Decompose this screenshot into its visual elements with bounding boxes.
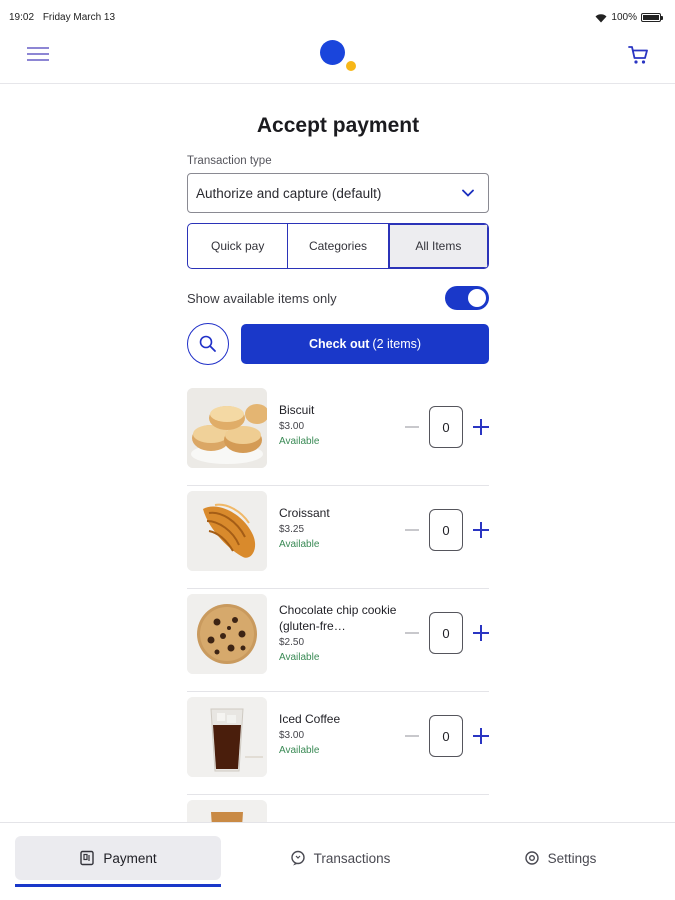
quantity-stepper: 0 — [405, 715, 489, 757]
nav-payment[interactable]: Payment — [15, 836, 221, 880]
toggle-knob — [468, 289, 486, 307]
item-info: Iced Coffee $3.00 Available — [279, 697, 397, 756]
battery-icon — [641, 13, 663, 22]
cookie-image — [187, 594, 267, 674]
transaction-type-value: Authorize and capture (default) — [196, 185, 382, 201]
status-date: Friday March 13 — [42, 12, 116, 23]
action-row: Check out (2 items) — [187, 323, 489, 365]
item-availability: Available — [279, 652, 320, 663]
quantity-field[interactable]: 0 — [429, 715, 463, 757]
item-price: $3.00 — [279, 730, 305, 741]
checkout-count: (2 items) — [372, 337, 422, 351]
app-bar — [0, 34, 675, 84]
list-item[interactable]: Chocolate chip cookie (gluten-fre… $2.50… — [187, 589, 489, 692]
transaction-type-select[interactable]: Authorize and capture (default) — [187, 173, 489, 213]
transaction-type-label: Transaction type — [187, 155, 272, 167]
available-filter-row: Show available items only — [187, 285, 489, 311]
quantity-field[interactable]: 0 — [429, 509, 463, 551]
battery-percentage: 100% — [611, 12, 637, 23]
item-info: Chocolate chip cookie (gluten-fre… $2.50… — [279, 594, 397, 663]
iced-coffee-image — [187, 697, 267, 777]
decrease-quantity-button[interactable] — [405, 735, 419, 737]
list-item[interactable]: Biscuit $3.00 Available 0 — [187, 383, 489, 486]
status-bar: 19:02 Friday March 13 100% — [0, 0, 675, 34]
croissant-image — [187, 491, 267, 571]
biscuit-image — [187, 388, 267, 468]
decrease-quantity-button[interactable] — [405, 632, 419, 634]
item-info: Biscuit $3.00 Available — [279, 388, 397, 447]
checkout-label: Check out — [308, 337, 370, 351]
page-title: Accept payment — [256, 114, 420, 137]
status-time-date: 19:02 Friday March 13 — [9, 12, 115, 23]
item-price: $3.00 — [279, 421, 305, 432]
item-availability: Available — [279, 745, 320, 756]
quantity-field[interactable]: 0 — [429, 406, 463, 448]
item-price: $2.50 — [279, 637, 305, 648]
increase-quantity-button[interactable] — [473, 419, 489, 435]
item-name: Iced Coffee — [279, 712, 341, 726]
status-time: 19:02 — [9, 12, 35, 23]
tab-categories[interactable]: Categories — [288, 224, 389, 268]
status-indicators: 100% — [595, 12, 663, 23]
item-name: Croissant — [279, 506, 330, 520]
chevron-down-icon — [462, 189, 474, 197]
item-availability: Available — [279, 539, 320, 550]
decrease-quantity-button[interactable] — [405, 529, 419, 531]
search-button[interactable] — [187, 323, 229, 365]
settings-icon — [524, 851, 539, 865]
item-info: Croissant $3.25 Available — [279, 491, 397, 550]
item-price: $3.25 — [279, 524, 305, 535]
quantity-stepper: 0 — [405, 612, 489, 654]
increase-quantity-button[interactable] — [473, 522, 489, 538]
cart-icon[interactable] — [627, 43, 651, 67]
item-name: Chocolate chip cookie (gluten-fre… — [279, 603, 397, 633]
list-item[interactable]: Croissant $3.25 Available 0 — [187, 486, 489, 589]
decrease-quantity-button[interactable] — [405, 426, 419, 428]
transactions-icon — [290, 850, 305, 866]
increase-quantity-button[interactable] — [473, 625, 489, 641]
nav-transactions-label: Transactions — [313, 850, 391, 866]
item-list: Biscuit $3.00 Available 0 Croissant $3.2… — [187, 383, 489, 898]
search-icon — [199, 335, 216, 352]
menu-icon[interactable] — [27, 44, 49, 66]
tab-quick-pay[interactable]: Quick pay — [188, 224, 289, 268]
wifi-icon — [595, 13, 607, 22]
payment-icon — [80, 850, 95, 866]
item-availability: Available — [279, 436, 320, 447]
nav-settings-label: Settings — [547, 850, 597, 866]
checkout-button[interactable]: Check out (2 items) — [241, 324, 489, 364]
brand-logo — [320, 40, 360, 74]
list-item[interactable]: Iced Coffee $3.00 Available 0 — [187, 692, 489, 795]
available-only-toggle[interactable] — [445, 286, 489, 310]
nav-transactions[interactable]: Transactions — [250, 836, 430, 880]
nav-settings[interactable]: Settings — [470, 836, 650, 880]
item-name: Biscuit — [279, 403, 315, 417]
main-content: Accept payment Transaction type Authoriz… — [187, 84, 489, 898]
quantity-field[interactable]: 0 — [429, 612, 463, 654]
increase-quantity-button[interactable] — [473, 728, 489, 744]
bottom-navigation: Payment Transactions Settings — [0, 822, 675, 900]
quantity-stepper: 0 — [405, 509, 489, 551]
nav-payment-label: Payment — [103, 850, 157, 866]
available-filter-label: Show available items only — [187, 290, 337, 306]
battery-fill — [643, 15, 659, 20]
item-view-tabs: Quick pay Categories All Items — [187, 223, 489, 269]
tab-all-items[interactable]: All Items — [388, 224, 488, 268]
nav-active-indicator — [15, 884, 221, 887]
quantity-stepper: 0 — [405, 406, 489, 448]
